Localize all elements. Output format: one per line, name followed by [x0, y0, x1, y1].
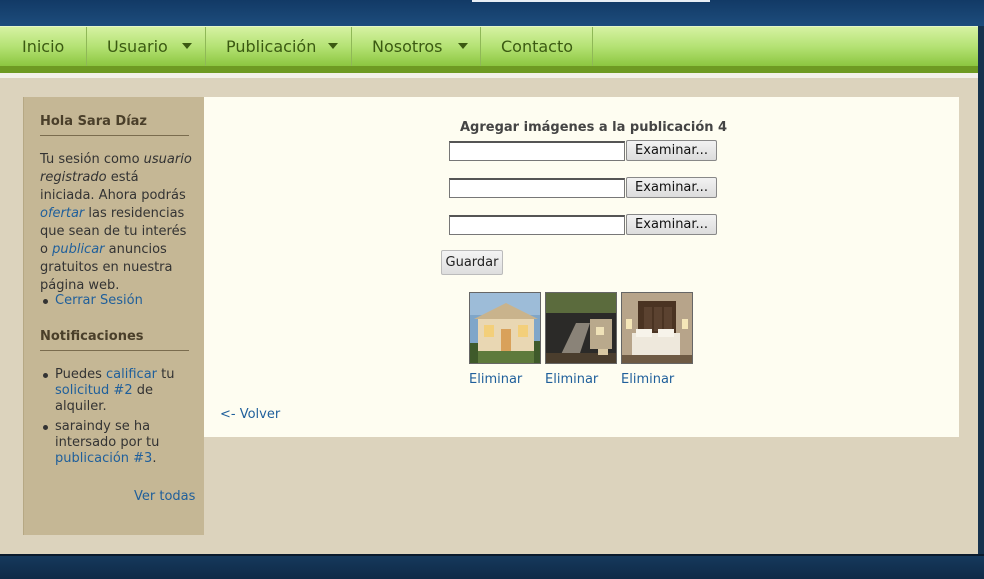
notifications-list: Puedes calificar tu solicitud #2 de alqu… [40, 367, 192, 471]
nav-item-label: Nosotros [372, 37, 443, 56]
top-bar [0, 0, 984, 26]
session-message: Tu sesión como usuario registrado está i… [40, 151, 192, 295]
notification-text: tu [157, 367, 175, 382]
bedroom-image [622, 293, 692, 363]
nav-item-label: Inicio [22, 37, 65, 56]
nav-item-label: Publicación [226, 37, 317, 56]
sidebar: Hola Sara Díaz Tu sesión como usuario re… [23, 97, 204, 535]
chevron-down-icon [328, 43, 338, 49]
notification-item: saraindy se ha intersado por tu publicac… [40, 419, 192, 467]
nav-item-inicio[interactable]: Inicio [0, 27, 87, 67]
greeting-heading: Hola Sara Díaz [40, 114, 189, 136]
logout-link[interactable]: Cerrar Sesión [55, 293, 143, 308]
window-frame-edge [978, 26, 984, 554]
see-all-link[interactable]: Ver todas [134, 489, 195, 504]
nav-divider [0, 73, 984, 78]
notification-item: Puedes calificar tu solicitud #2 de alqu… [40, 367, 192, 415]
ofertar-link[interactable]: ofertar [40, 206, 84, 221]
session-text: Tu sesión como [40, 152, 144, 167]
thumbnail-interior-stairs [545, 292, 617, 364]
publicacion-link[interactable]: publicación #3 [55, 451, 152, 466]
interior-stairs-image [546, 293, 616, 363]
notifications-heading: Notificaciones [40, 329, 189, 351]
footer [0, 554, 984, 579]
browse-button[interactable]: Examinar... [626, 140, 717, 161]
house-exterior-image [470, 293, 540, 363]
footer-border [0, 554, 984, 556]
thumbnail-house-exterior [469, 292, 541, 364]
nav-item-contacto[interactable]: Contacto [481, 27, 593, 67]
nav-item-usuario[interactable]: Usuario [87, 27, 206, 67]
main-nav: Inicio Usuario Publicación Nosotros Cont… [0, 26, 984, 67]
nav-item-label: Contacto [501, 37, 574, 56]
chevron-down-icon [182, 43, 192, 49]
notification-text: saraindy se ha intersado por tu [55, 419, 160, 450]
save-button[interactable]: Guardar [441, 250, 503, 275]
calificar-link[interactable]: calificar [106, 367, 157, 382]
main-content: Agregar imágenes a la publicación 4 Exam… [204, 97, 959, 437]
file-path-field[interactable] [449, 215, 625, 235]
page-title: Agregar imágenes a la publicación 4 [460, 120, 728, 135]
back-link[interactable]: <- Volver [220, 407, 280, 422]
nav-item-nosotros[interactable]: Nosotros [352, 27, 481, 67]
file-path-field[interactable] [449, 141, 625, 161]
solicitud-link[interactable]: solicitud #2 [55, 383, 133, 398]
delete-image-link[interactable]: Eliminar [621, 372, 674, 387]
notification-text: . [152, 451, 157, 466]
nav-underline [0, 66, 984, 73]
delete-image-link[interactable]: Eliminar [469, 372, 522, 387]
top-bar-notch [472, 0, 710, 2]
file-path-field[interactable] [449, 178, 625, 198]
thumbnail-bedroom [621, 292, 693, 364]
account-links: Cerrar Sesión [40, 293, 192, 313]
nav-item-label: Usuario [107, 37, 168, 56]
delete-image-link[interactable]: Eliminar [545, 372, 598, 387]
notification-text: Puedes [55, 367, 107, 382]
list-item: Cerrar Sesión [40, 293, 192, 309]
chevron-down-icon [458, 43, 468, 49]
nav-item-publicacion[interactable]: Publicación [206, 27, 352, 67]
browse-button[interactable]: Examinar... [626, 214, 717, 235]
publicar-link[interactable]: publicar [52, 242, 104, 257]
browse-button[interactable]: Examinar... [626, 177, 717, 198]
